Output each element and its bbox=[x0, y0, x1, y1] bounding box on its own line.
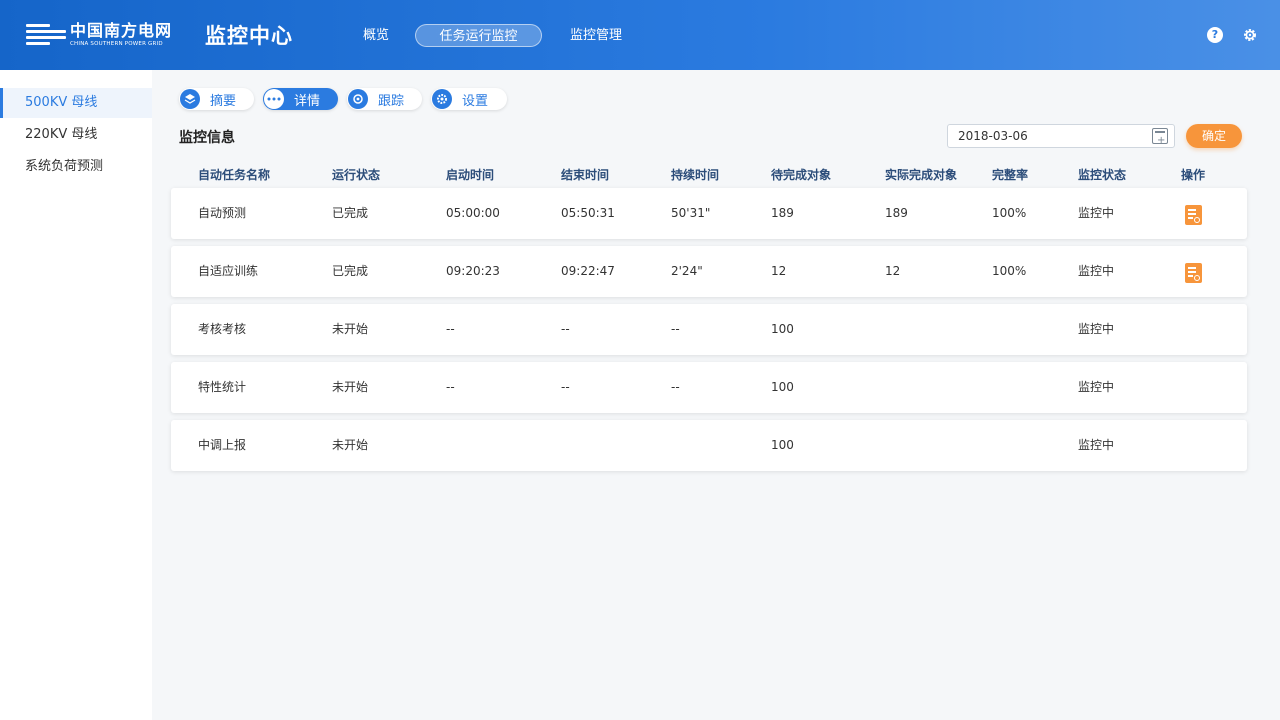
column-header: 运行状态 bbox=[332, 168, 381, 182]
monitor-status: 监控中 bbox=[1078, 264, 1115, 278]
table-row[interactable]: 中调上报 未开始 100 监控中 bbox=[171, 420, 1247, 471]
done-count: 12 bbox=[885, 264, 901, 278]
run-status: 已完成 bbox=[332, 264, 369, 278]
end-time: 09:22:47 bbox=[561, 264, 615, 278]
date-value: 2018-03-06 bbox=[958, 129, 1028, 143]
tab-track-label: 跟踪 bbox=[378, 93, 405, 109]
done-count: 189 bbox=[885, 206, 908, 220]
duration: -- bbox=[671, 322, 680, 336]
view-report-icon[interactable] bbox=[1185, 263, 1202, 283]
gear-icon[interactable] bbox=[1242, 27, 1258, 43]
view-report-icon[interactable] bbox=[1185, 205, 1202, 225]
tab-track[interactable]: 跟踪 bbox=[347, 88, 422, 110]
pending-count: 189 bbox=[771, 206, 794, 220]
logo-text-en: CHINA SOUTHERN POWER GRID bbox=[70, 41, 163, 47]
task-name: 考核考核 bbox=[198, 322, 247, 336]
run-status: 未开始 bbox=[332, 438, 369, 452]
app-title: 监控中心 bbox=[205, 24, 293, 48]
start-time: 05:00:00 bbox=[446, 206, 500, 220]
table-row[interactable]: 特性统计 未开始 -- -- -- 100 监控中 bbox=[171, 362, 1247, 413]
section-title: 监控信息 bbox=[179, 130, 235, 146]
sidebar-item-load-forecast[interactable]: 系统负荷预测 bbox=[0, 152, 152, 182]
layers-icon bbox=[180, 89, 200, 109]
duration: 2'24" bbox=[671, 264, 703, 278]
completion-rate: 100% bbox=[992, 264, 1027, 278]
end-time: -- bbox=[561, 322, 570, 336]
date-input[interactable]: 2018-03-06 bbox=[947, 124, 1175, 152]
column-header: 监控状态 bbox=[1078, 168, 1127, 182]
end-time: -- bbox=[561, 380, 570, 394]
start-time: -- bbox=[446, 322, 455, 336]
gear-icon bbox=[432, 89, 452, 109]
table-row[interactable]: 自适应训练 已完成 09:20:23 09:22:47 2'24" 12 12 100% 监控中 bbox=[171, 246, 1247, 297]
column-header: 待完成对象 bbox=[771, 168, 832, 182]
pending-count: 100 bbox=[771, 438, 794, 452]
tab-settings-label: 设置 bbox=[462, 93, 489, 109]
confirm-button[interactable]: 确定 bbox=[1186, 124, 1242, 148]
run-status: 未开始 bbox=[332, 380, 369, 394]
monitor-status: 监控中 bbox=[1078, 206, 1115, 220]
nav-monitor-management[interactable]: 监控管理 bbox=[570, 24, 622, 47]
sidebar-item-220kv[interactable]: 220KV 母线 bbox=[0, 120, 152, 150]
more-icon bbox=[264, 89, 284, 109]
column-header: 持续时间 bbox=[671, 168, 720, 182]
column-header: 启动时间 bbox=[446, 168, 495, 182]
task-name: 自适应训练 bbox=[198, 264, 259, 278]
completion-rate: 100% bbox=[992, 206, 1027, 220]
help-icon[interactable]: ? bbox=[1207, 27, 1223, 43]
duration: -- bbox=[671, 380, 680, 394]
logo-mark-icon bbox=[26, 22, 66, 48]
nav-task-monitor[interactable]: 任务运行监控 bbox=[415, 24, 542, 47]
task-name: 自动预测 bbox=[198, 206, 247, 220]
table-row[interactable]: 考核考核 未开始 -- -- -- 100 监控中 bbox=[171, 304, 1247, 355]
top-header: 中国南方电网 CHINA SOUTHERN POWER GRID 监控中心 概览… bbox=[0, 0, 1280, 70]
sidebar-item-500kv[interactable]: 500KV 母线 bbox=[0, 88, 152, 118]
run-status: 已完成 bbox=[332, 206, 369, 220]
pending-count: 100 bbox=[771, 380, 794, 394]
column-header: 操作 bbox=[1181, 168, 1206, 182]
tab-settings[interactable]: 设置 bbox=[431, 88, 507, 110]
end-time: 05:50:31 bbox=[561, 206, 615, 220]
start-time: -- bbox=[446, 380, 455, 394]
nav-overview[interactable]: 概览 bbox=[363, 24, 389, 47]
tab-summary[interactable]: 摘要 bbox=[179, 88, 254, 110]
sidebar: 500KV 母线 220KV 母线 系统负荷预测 bbox=[0, 70, 152, 720]
run-status: 未开始 bbox=[332, 322, 369, 336]
pending-count: 12 bbox=[771, 264, 787, 278]
logo: 中国南方电网 CHINA SOUTHERN POWER GRID bbox=[26, 20, 172, 50]
pending-count: 100 bbox=[771, 322, 794, 336]
column-header: 结束时间 bbox=[561, 168, 610, 182]
tab-details-label: 详情 bbox=[294, 93, 321, 109]
column-header: 实际完成对象 bbox=[885, 168, 958, 182]
monitor-status: 监控中 bbox=[1078, 322, 1115, 336]
monitor-status: 监控中 bbox=[1078, 438, 1115, 452]
column-header: 自动任务名称 bbox=[198, 168, 271, 182]
calendar-icon[interactable] bbox=[1152, 128, 1168, 152]
tab-details[interactable]: 详情 bbox=[263, 88, 338, 110]
column-header: 完整率 bbox=[992, 168, 1029, 182]
logo-text-cn: 中国南方电网 bbox=[70, 21, 173, 40]
target-icon bbox=[348, 89, 368, 109]
monitor-status: 监控中 bbox=[1078, 380, 1115, 394]
table-row[interactable]: 自动预测 已完成 05:00:00 05:50:31 50'31" 189 189 100% 监… bbox=[171, 188, 1247, 239]
task-name: 特性统计 bbox=[198, 380, 247, 394]
start-time: 09:20:23 bbox=[446, 264, 500, 278]
tab-summary-label: 摘要 bbox=[210, 93, 237, 109]
duration: 50'31" bbox=[671, 206, 711, 220]
task-name: 中调上报 bbox=[198, 438, 247, 452]
